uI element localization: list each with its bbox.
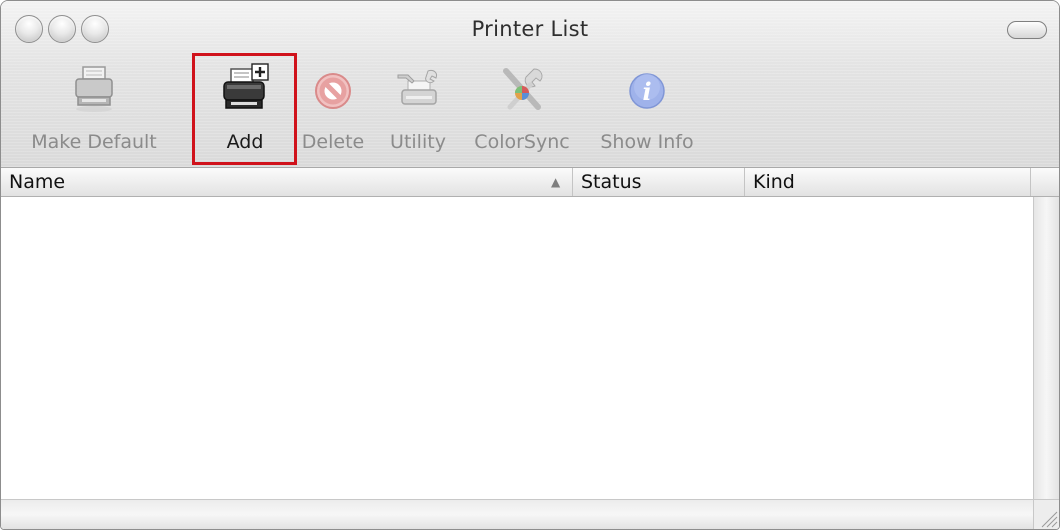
column-header-kind[interactable]: Kind [745,168,1031,196]
toolbar-toggle-button[interactable] [1007,21,1047,39]
colorsync-button[interactable]: ColorSync [467,57,577,161]
window-title: Printer List [471,17,589,41]
column-name-label: Name [9,171,66,193]
utility-label: Utility [390,131,446,153]
vertical-scrollbar[interactable] [1033,197,1059,499]
resize-grip-icon [1041,511,1058,528]
delete-label: Delete [301,131,365,153]
window-chrome: Printer List Make Default Add Delete Uti… [1,1,1059,167]
add-label: Add [226,131,264,153]
svg-text:i: i [642,77,651,106]
title-bar[interactable]: Printer List [1,1,1059,61]
make-default-label: Make Default [31,131,157,153]
printer-icon [75,66,113,112]
printer-list-rows[interactable] [1,197,1031,499]
table-header: Name ▲ Status Kind [1,167,1059,197]
show-info-button[interactable]: i Show Info [587,57,707,161]
colorsync-icon [503,68,543,110]
show-info-label: Show Info [600,131,694,153]
info-icon: i [629,73,665,109]
make-default-button[interactable]: Make Default [19,57,169,161]
resize-handle[interactable] [1033,499,1059,529]
printer-table: Name ▲ Status Kind [1,167,1059,529]
add-printer-icon [223,63,269,109]
column-kind-label: Kind [753,171,795,193]
printer-list-window: Printer List Make Default Add Delete Uti… [0,0,1060,530]
utility-button[interactable]: Utility [381,57,455,161]
column-header-status[interactable]: Status [573,168,745,196]
utility-icon [397,70,437,105]
horizontal-scrollbar[interactable] [1,499,1033,529]
sort-ascending-icon: ▲ [551,175,561,189]
delete-button[interactable]: Delete [297,57,369,161]
colorsync-label: ColorSync [474,131,570,153]
add-button[interactable]: Add [197,57,293,161]
delete-icon [315,73,351,109]
column-header-name[interactable]: Name [1,168,573,196]
toolbar: Make Default Add Delete Utility ColorSyn… [1,57,1059,165]
column-status-label: Status [581,171,642,193]
